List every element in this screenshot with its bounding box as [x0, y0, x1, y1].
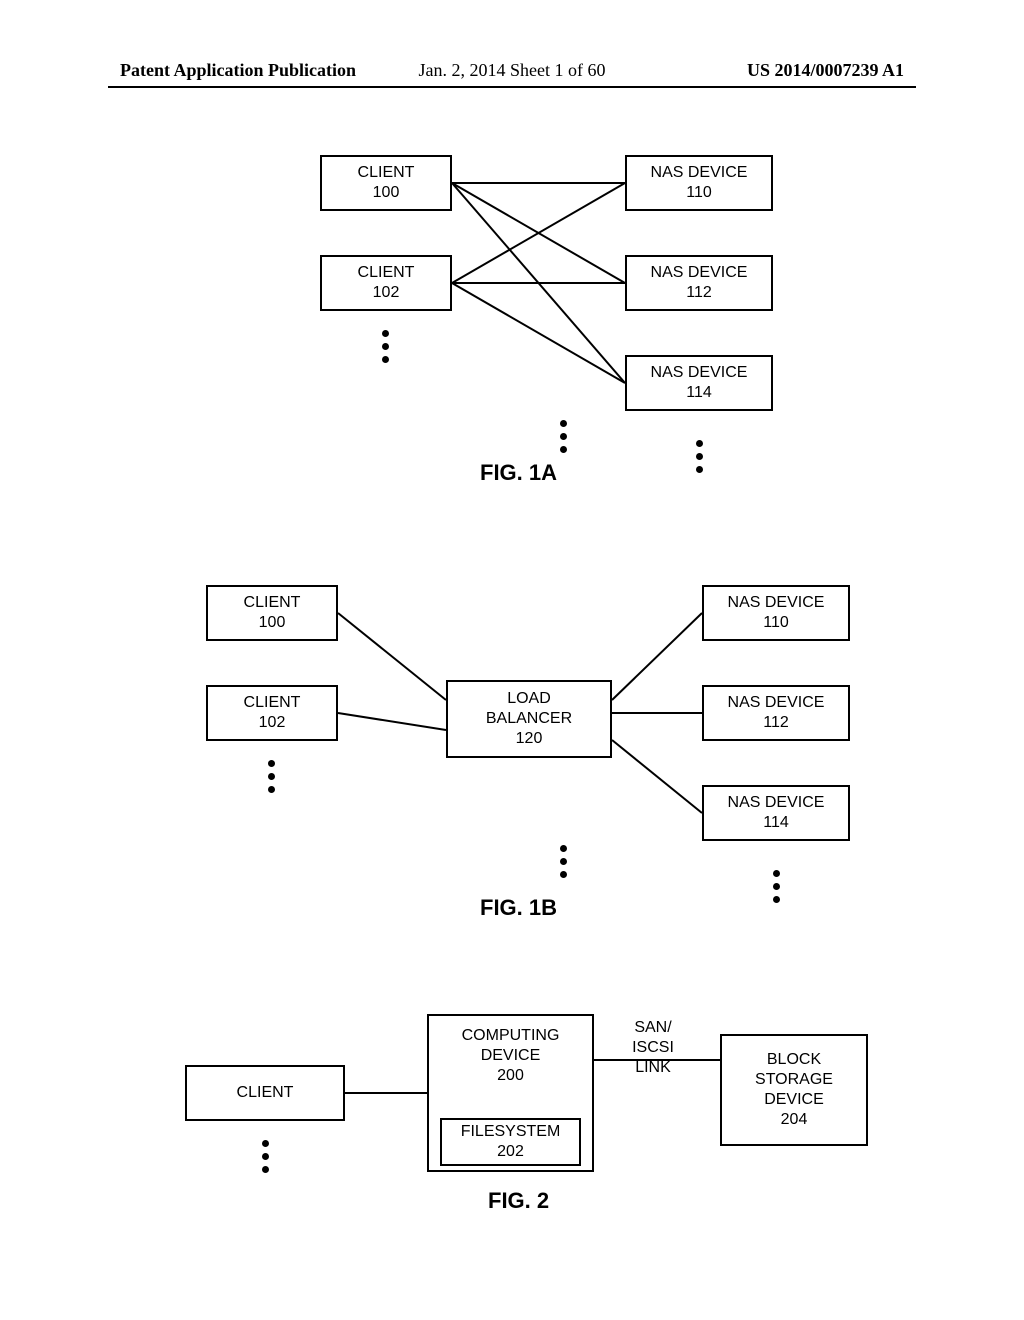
ellipsis-icon — [560, 845, 567, 878]
box-label: NAS DEVICE — [728, 793, 825, 813]
box-number: 110 — [763, 613, 789, 633]
box-label-1: BLOCK — [767, 1050, 821, 1070]
box-number: 114 — [686, 383, 712, 403]
box-number: 202 — [497, 1142, 524, 1162]
box-label-2: STORAGE — [755, 1070, 833, 1090]
fig2-client: CLIENT — [185, 1065, 345, 1121]
fig1b-nas-114: NAS DEVICE 114 — [702, 785, 850, 841]
box-label: NAS DEVICE — [728, 693, 825, 713]
box-label: CLIENT — [244, 593, 301, 613]
box-label: NAS DEVICE — [651, 263, 748, 283]
ellipsis-icon — [262, 1140, 269, 1173]
box-label: CLIENT — [244, 693, 301, 713]
link-line3: LINK — [618, 1058, 688, 1078]
box-label-1: COMPUTING — [462, 1026, 560, 1046]
link-line2: ISCSI — [618, 1038, 688, 1058]
fig1b-client-102: CLIENT 102 — [206, 685, 338, 741]
fig1a-nas-110: NAS DEVICE 110 — [625, 155, 773, 211]
box-number: 114 — [763, 813, 789, 833]
box-label: NAS DEVICE — [651, 363, 748, 383]
box-label: CLIENT — [358, 263, 415, 283]
box-label: NAS DEVICE — [651, 163, 748, 183]
box-label: CLIENT — [358, 163, 415, 183]
fig2-filesystem: FILESYSTEM 202 — [440, 1118, 581, 1166]
box-label-2: DEVICE — [481, 1046, 541, 1066]
box-number: 200 — [497, 1066, 524, 1086]
fig1b-nas-110: NAS DEVICE 110 — [702, 585, 850, 641]
box-number: 100 — [373, 183, 400, 203]
box-number: 102 — [259, 713, 286, 733]
fig1b-label: FIG. 1B — [480, 895, 557, 921]
box-number: 102 — [373, 283, 400, 303]
fig1b-nas-112: NAS DEVICE 112 — [702, 685, 850, 741]
ellipsis-icon — [382, 330, 389, 363]
fig2-link-label: SAN/ ISCSI LINK — [618, 1018, 688, 1078]
fig1a-nas-114: NAS DEVICE 114 — [625, 355, 773, 411]
ellipsis-icon — [773, 870, 780, 903]
fig1a-label: FIG. 1A — [480, 460, 557, 486]
box-label: FILESYSTEM — [461, 1122, 561, 1142]
box-label-1: LOAD — [507, 689, 551, 709]
fig1a-client-102: CLIENT 102 — [320, 255, 452, 311]
ellipsis-icon — [696, 440, 703, 473]
fig2-block-storage: BLOCK STORAGE DEVICE 204 — [720, 1034, 868, 1146]
box-number: 110 — [686, 183, 712, 203]
link-line1: SAN/ — [618, 1018, 688, 1038]
box-label-2: BALANCER — [486, 709, 572, 729]
box-number: 112 — [763, 713, 789, 733]
fig1a-client-100: CLIENT 100 — [320, 155, 452, 211]
box-number: 120 — [516, 729, 543, 749]
diagram-canvas: CLIENT 100 CLIENT 102 NAS DEVICE 110 NAS… — [0, 0, 1024, 1320]
ellipsis-icon — [560, 420, 567, 453]
box-number: 204 — [781, 1110, 808, 1130]
fig1b-load-balancer: LOAD BALANCER 120 — [446, 680, 612, 758]
box-label: CLIENT — [237, 1083, 294, 1103]
box-label: NAS DEVICE — [728, 593, 825, 613]
fig1b-client-100: CLIENT 100 — [206, 585, 338, 641]
box-number: 100 — [259, 613, 286, 633]
fig2-label: FIG. 2 — [488, 1188, 549, 1214]
box-label-3: DEVICE — [764, 1090, 824, 1110]
fig1a-nas-112: NAS DEVICE 112 — [625, 255, 773, 311]
ellipsis-icon — [268, 760, 275, 793]
box-number: 112 — [686, 283, 712, 303]
